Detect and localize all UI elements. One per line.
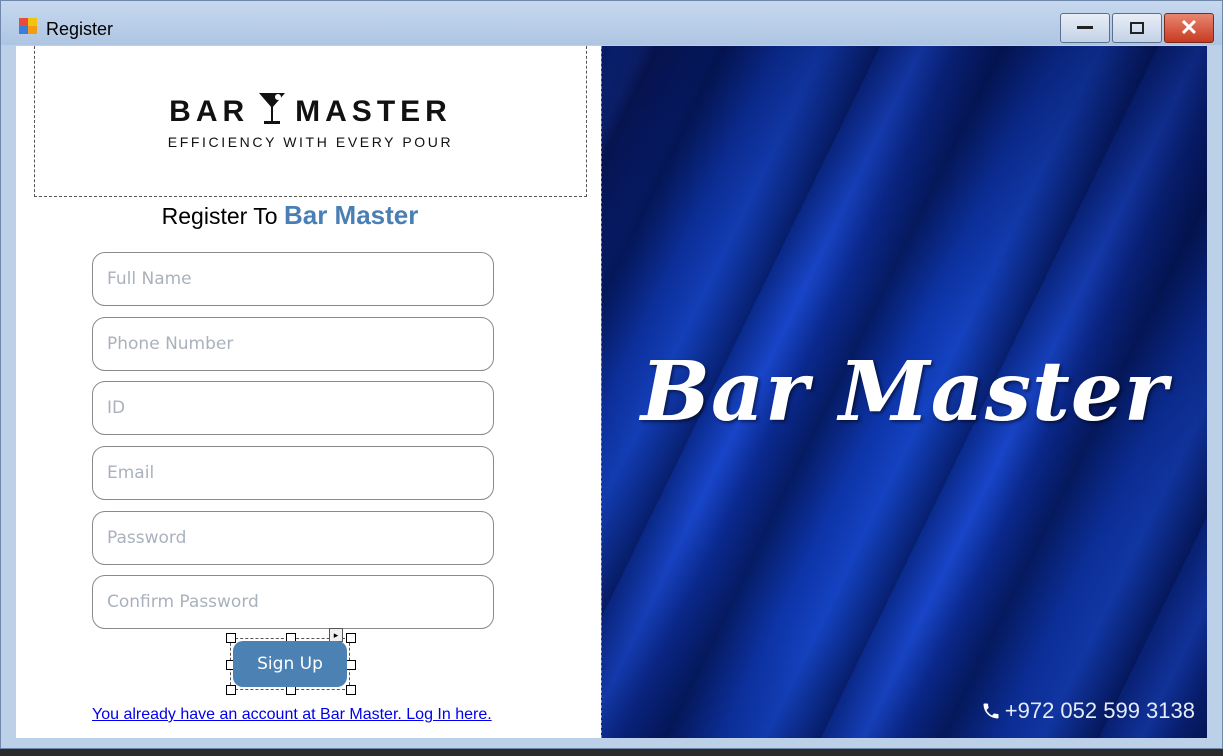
maximize-button[interactable] [1112,13,1162,43]
minimize-icon [1077,26,1093,29]
resize-handle[interactable] [226,633,236,643]
resize-handle[interactable] [346,633,356,643]
app-window: Register ✕ BAR MASTER EFFICIENCY WITH EVE… [0,0,1223,749]
banner-title: Bar Master [640,344,1169,440]
page-title-brand: Bar Master [283,200,419,230]
maximize-icon [1130,22,1144,34]
title-bar[interactable]: Register ✕ [1,1,1222,45]
phone-icon [983,703,999,719]
contact-phone: +972 052 599 3138 [981,698,1195,724]
smart-tag-arrow-icon[interactable]: ▸ [329,628,343,642]
martini-glass-icon [257,91,287,135]
page-title-prefix: Register To [161,203,284,229]
full-name-field[interactable] [92,252,494,306]
login-link[interactable]: You already have an account at Bar Maste… [92,706,492,724]
logo-wordmark: BAR MASTER [35,91,586,135]
app-icon [19,18,39,36]
resize-handle[interactable] [346,660,356,670]
resize-handle[interactable] [346,685,356,695]
window-title: Register [46,19,114,39]
register-panel: BAR MASTER EFFICIENCY WITH EVERY POUR Reg… [16,46,601,738]
email-field[interactable] [92,446,494,500]
password-field[interactable] [92,511,494,565]
logo-tagline: EFFICIENCY WITH EVERY POUR [167,134,454,150]
id-field[interactable] [92,381,494,435]
confirm-password-field[interactable] [92,575,494,629]
logo-word-left: BAR [169,94,250,128]
logo-picturebox: BAR MASTER EFFICIENCY WITH EVERY POUR [34,46,587,197]
taskbar-strip [0,749,1223,756]
sign-up-button[interactable]: Sign Up [233,641,347,687]
page-title: Register To Bar Master [16,200,564,231]
phone-number-field[interactable] [92,317,494,371]
close-icon: ✕ [1179,15,1199,40]
close-button[interactable]: ✕ [1164,13,1214,43]
phone-number-text: +972 052 599 3138 [1004,698,1195,723]
minimize-button[interactable] [1060,13,1110,43]
resize-handle[interactable] [226,685,236,695]
client-area: BAR MASTER EFFICIENCY WITH EVERY POUR Reg… [16,46,1207,738]
banner-image: Bar Master +972 052 599 3138 [601,46,1207,738]
logo-word-right: MASTER [295,94,452,128]
